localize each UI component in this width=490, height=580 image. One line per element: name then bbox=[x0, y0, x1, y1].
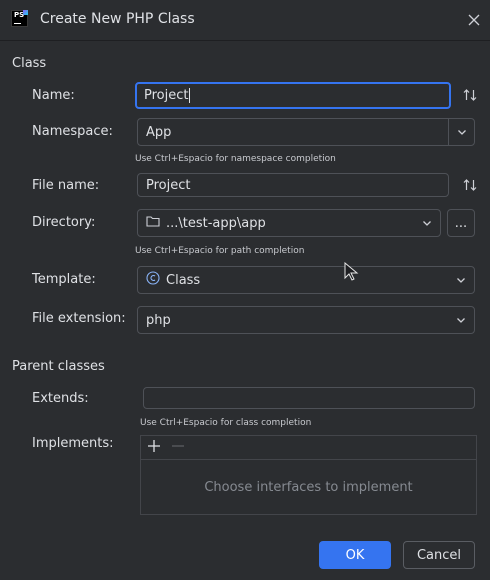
directory-hint: Use Ctrl+Espacio for path completion bbox=[135, 246, 305, 256]
dialog-title: Create New PHP Class bbox=[40, 11, 195, 27]
chevron-down-icon[interactable] bbox=[448, 119, 474, 145]
extends-hint: Use Ctrl+Espacio for class completion bbox=[140, 418, 312, 428]
file-extension-combo[interactable]: php bbox=[137, 306, 475, 334]
cancel-button[interactable]: Cancel bbox=[403, 541, 475, 569]
section-class: Class bbox=[12, 56, 47, 71]
browse-directory-button[interactable]: ... bbox=[447, 209, 475, 237]
template-combo[interactable]: Class bbox=[137, 266, 475, 294]
file-extension-label: File extension: bbox=[32, 311, 126, 326]
file-name-value: Project bbox=[146, 177, 191, 193]
file-extension-value: php bbox=[146, 312, 171, 328]
template-label: Template: bbox=[32, 272, 96, 287]
name-field[interactable]: Project bbox=[135, 82, 451, 109]
folder-icon bbox=[146, 215, 160, 231]
swap-case-icon[interactable] bbox=[462, 177, 478, 193]
remove-icon[interactable] bbox=[171, 439, 185, 457]
add-icon[interactable] bbox=[147, 439, 161, 457]
title-divider bbox=[0, 40, 490, 41]
file-name-label: File name: bbox=[32, 178, 100, 193]
namespace-label: Namespace: bbox=[32, 124, 113, 139]
extends-label: Extends: bbox=[32, 391, 89, 406]
template-value: Class bbox=[166, 272, 201, 288]
chevron-down-icon[interactable] bbox=[448, 267, 474, 293]
implements-label: Implements: bbox=[32, 436, 114, 451]
section-parent-classes: Parent classes bbox=[12, 359, 105, 374]
ok-button[interactable]: OK bbox=[319, 541, 391, 569]
close-icon[interactable] bbox=[466, 12, 482, 28]
phpstorm-icon: PS bbox=[11, 10, 28, 27]
swap-case-icon[interactable] bbox=[462, 87, 478, 103]
implements-list[interactable]: Choose interfaces to implement bbox=[140, 435, 477, 515]
namespace-combo[interactable]: App bbox=[137, 118, 475, 146]
chevron-down-icon[interactable] bbox=[414, 210, 440, 236]
file-name-field[interactable]: Project bbox=[137, 173, 449, 197]
title-bar: PS Create New PHP Class bbox=[0, 0, 490, 40]
implements-toolbar bbox=[141, 436, 476, 460]
namespace-hint: Use Ctrl+Espacio for namespace completio… bbox=[135, 154, 336, 164]
class-icon bbox=[146, 271, 160, 289]
chevron-down-icon[interactable] bbox=[448, 307, 474, 333]
implements-empty-text: Choose interfaces to implement bbox=[204, 479, 413, 495]
directory-combo[interactable]: ...\test-app\app bbox=[137, 209, 441, 237]
name-value: Project bbox=[144, 88, 189, 103]
directory-label: Directory: bbox=[32, 215, 96, 230]
name-label: Name: bbox=[32, 88, 75, 103]
mouse-cursor-icon bbox=[343, 261, 359, 286]
namespace-value: App bbox=[146, 124, 172, 140]
directory-value: ...\test-app\app bbox=[166, 215, 266, 231]
extends-field[interactable] bbox=[143, 387, 475, 409]
